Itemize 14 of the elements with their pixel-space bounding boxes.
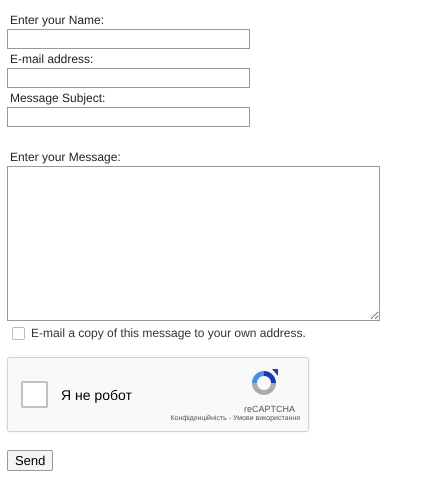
captcha-label: Я не робот	[61, 386, 132, 402]
field-label: Enter your Name:	[9, 12, 104, 29]
input-field[interactable]	[7, 68, 250, 88]
recaptcha-brand: reCAPTCHA	[244, 404, 295, 414]
checkbox[interactable]	[12, 326, 25, 340]
field-label: E-mail address:	[9, 51, 94, 68]
field-label: Enter your Message:	[9, 149, 121, 166]
input-field[interactable]	[7, 29, 250, 49]
send-button[interactable]: Send	[7, 450, 54, 471]
captcha-checkbox[interactable]	[21, 381, 48, 408]
input-field[interactable]	[7, 107, 250, 127]
checkbox-label: E-mail a copy of this message to your own address.	[31, 326, 306, 340]
field-label: Message Subject:	[9, 90, 106, 107]
message-field[interactable]	[7, 166, 380, 321]
